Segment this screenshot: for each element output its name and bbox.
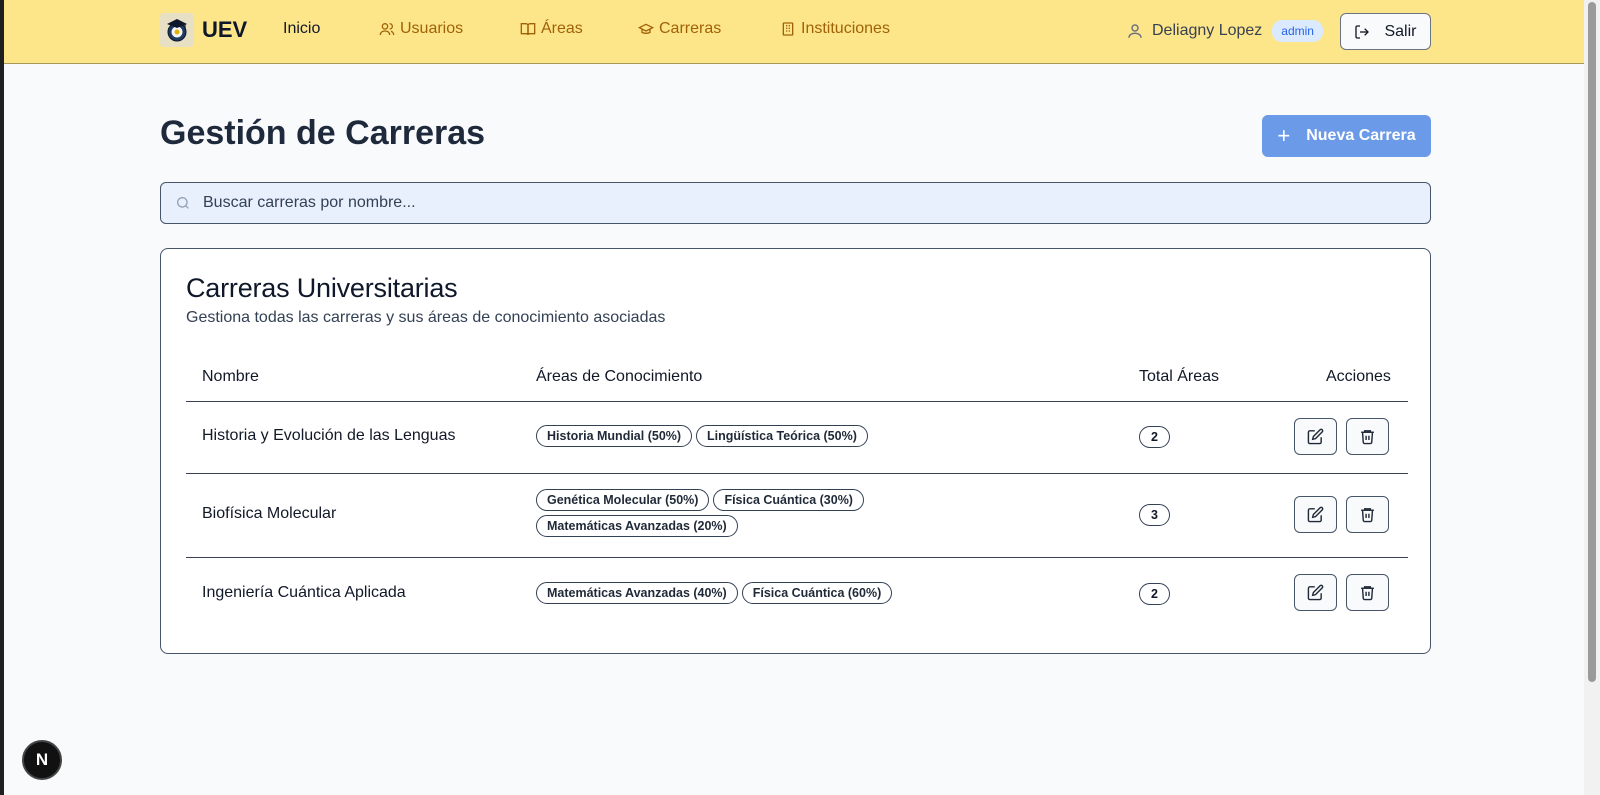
role-badge: admin xyxy=(1272,20,1323,42)
nav-instituciones-label: Instituciones xyxy=(801,20,890,37)
nav-usuarios[interactable]: Usuarios xyxy=(379,20,463,38)
nav-usuarios-label: Usuarios xyxy=(400,20,464,37)
table-row: Ingeniería Cuántica Aplicada Matemáticas… xyxy=(186,558,1408,630)
new-career-button[interactable]: + Nueva Carrera xyxy=(1262,115,1431,157)
nav-instituciones[interactable]: Instituciones xyxy=(780,20,890,38)
logout-label: Salir xyxy=(1384,22,1417,40)
total-areas-badge: 3 xyxy=(1139,504,1170,526)
column-header-acciones: Acciones xyxy=(1326,368,1391,385)
users-icon xyxy=(379,23,395,36)
edit-icon xyxy=(1307,584,1324,601)
vertical-scrollbar[interactable] xyxy=(1584,0,1600,795)
university-logo-icon xyxy=(160,13,194,47)
dev-tools-badge[interactable]: N xyxy=(22,740,62,780)
area-chip: Física Cuántica (60%) xyxy=(741,582,893,604)
search-icon xyxy=(177,197,189,209)
brand[interactable]: UEV xyxy=(160,13,247,47)
card-subtitle: Gestiona todas las carreras y sus áreas … xyxy=(186,309,666,326)
area-chip: Historia Mundial (50%) xyxy=(536,425,693,447)
scrollbar-thumb[interactable] xyxy=(1588,2,1596,682)
nav-areas-label: Áreas xyxy=(541,20,583,37)
graduation-cap-icon xyxy=(638,23,654,34)
delete-button[interactable] xyxy=(1346,574,1389,611)
nav-inicio-label: Inicio xyxy=(283,20,321,37)
area-chip: Lingüística Teórica (50%) xyxy=(696,425,868,447)
trash-icon xyxy=(1361,430,1374,445)
user-icon xyxy=(1128,24,1142,38)
career-name: Historia y Evolución de las Lenguas xyxy=(202,427,456,444)
app-window: UEV Inicio Usuarios Áreas Carreras Insti… xyxy=(4,0,1584,795)
logout-button[interactable]: Salir xyxy=(1340,13,1431,50)
total-areas-badge: 2 xyxy=(1139,583,1170,605)
delete-button[interactable] xyxy=(1346,496,1389,533)
edit-icon xyxy=(1307,428,1324,445)
area-chips: Genética Molecular (50%) Física Cuántica… xyxy=(536,489,906,537)
table-row: Historia y Evolución de las Lenguas Hist… xyxy=(186,402,1408,473)
delete-button[interactable] xyxy=(1346,418,1389,455)
search-input[interactable] xyxy=(203,194,1403,212)
edit-button[interactable] xyxy=(1294,418,1337,455)
trash-icon xyxy=(1361,586,1374,601)
careers-card: Carreras Universitarias Gestiona todas l… xyxy=(160,248,1431,654)
nav-inicio[interactable]: Inicio xyxy=(283,20,320,38)
new-career-label: Nueva Carrera xyxy=(1306,127,1416,144)
user-name: Deliagny Lopez xyxy=(1152,22,1263,39)
career-name: Biofísica Molecular xyxy=(202,505,337,522)
column-header-total: Total Áreas xyxy=(1139,368,1220,385)
area-chip: Genética Molecular (50%) xyxy=(536,489,710,511)
column-header-nombre: Nombre xyxy=(202,368,259,385)
log-out-icon xyxy=(1355,24,1370,39)
edit-button[interactable] xyxy=(1294,496,1337,533)
nav-carreras-label: Carreras xyxy=(659,20,722,37)
area-chip: Física Cuántica (30%) xyxy=(713,489,864,511)
area-chips: Historia Mundial (50%) Lingüística Teóri… xyxy=(536,425,906,447)
brand-name: UEV xyxy=(202,17,248,42)
user-info: Deliagny Lopez admin xyxy=(1126,20,1323,42)
career-name: Ingeniería Cuántica Aplicada xyxy=(202,584,406,601)
total-areas-badge: 2 xyxy=(1139,426,1170,448)
table-row: Biofísica Molecular Genética Molecular (… xyxy=(186,474,1408,557)
trash-icon xyxy=(1361,508,1374,523)
area-chip: Matemáticas Avanzadas (40%) xyxy=(536,582,738,604)
nav-carreras[interactable]: Carreras xyxy=(638,20,721,38)
plus-icon: + xyxy=(1277,123,1291,148)
edit-button[interactable] xyxy=(1294,574,1337,611)
page-title: Gestión de Carreras xyxy=(160,114,486,152)
column-header-areas: Áreas de Conocimiento xyxy=(536,368,703,385)
search-bar xyxy=(160,182,1431,224)
top-navbar: UEV Inicio Usuarios Áreas Carreras Insti… xyxy=(4,0,1584,64)
area-chip: Matemáticas Avanzadas (20%) xyxy=(536,515,738,537)
area-chips: Matemáticas Avanzadas (40%) Física Cuánt… xyxy=(536,582,906,604)
edit-icon xyxy=(1307,506,1324,523)
building-icon xyxy=(782,22,794,36)
book-open-icon xyxy=(520,23,536,36)
card-title: Carreras Universitarias xyxy=(186,273,458,303)
nav-areas[interactable]: Áreas xyxy=(520,20,583,38)
